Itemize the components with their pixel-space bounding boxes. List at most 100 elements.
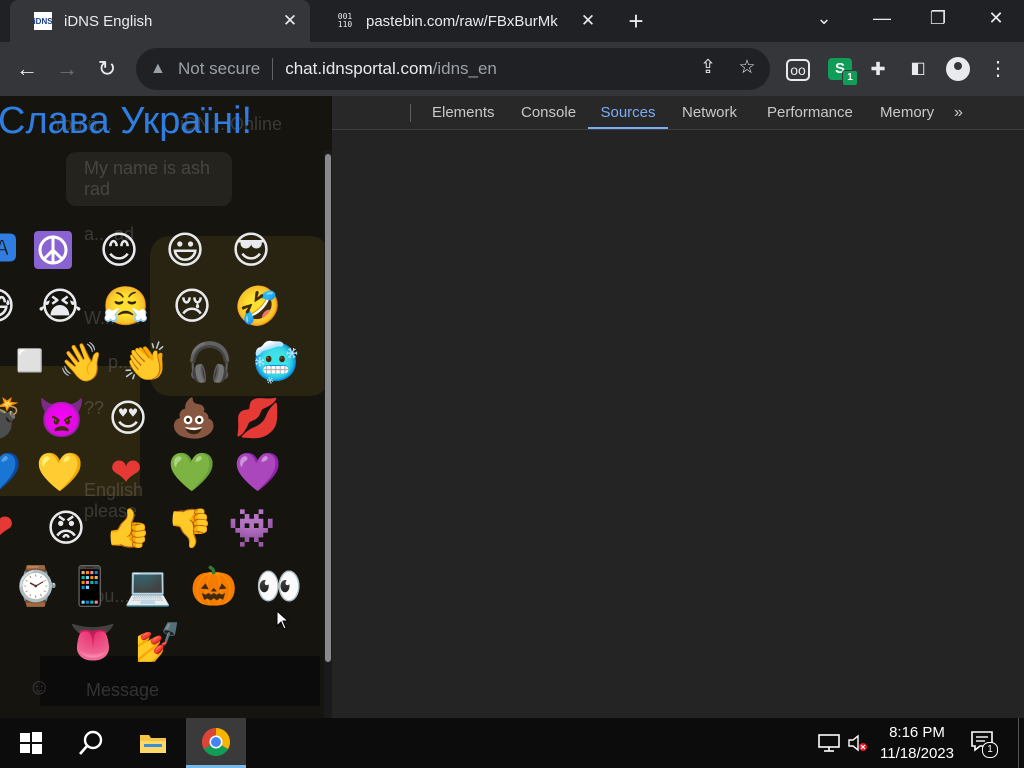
- purple-heart-emoji[interactable]: 💜: [234, 448, 282, 496]
- chrome-logo-icon: [202, 727, 230, 756]
- share-icon[interactable]: ⇪: [696, 56, 720, 80]
- security-label[interactable]: Not secure: [178, 59, 260, 79]
- thumbs-up-emoji[interactable]: 👍: [104, 504, 152, 552]
- smiley-button-icon: ☺: [28, 674, 51, 699]
- tongue-emoji[interactable]: 👅: [69, 618, 117, 666]
- grinning-face-emoji[interactable]: 😃: [161, 226, 209, 274]
- devtools-more-tabs-icon[interactable]: »: [954, 96, 963, 129]
- pile-of-poo-emoji[interactable]: 💩: [170, 394, 218, 442]
- nail-polish-emoji[interactable]: 💅: [134, 618, 182, 666]
- watch-emoji[interactable]: ⌚: [12, 562, 60, 610]
- bomb-emoji[interactable]: 💣: [0, 394, 24, 442]
- mouse-pointer-icon: [276, 610, 290, 630]
- thumbs-down-emoji[interactable]: 👎: [166, 504, 214, 552]
- tab-title: iDNS English: [64, 12, 153, 30]
- clock-time: 8:16 PM: [889, 724, 945, 741]
- triumph-face-emoji[interactable]: 😤: [102, 282, 150, 330]
- network-tray-icon[interactable]: [818, 718, 840, 768]
- tab-title: pastebin.com/raw/FBxBurMk: [366, 12, 558, 30]
- show-desktop-button[interactable]: [1018, 718, 1019, 768]
- action-center-button[interactable]: 1: [970, 730, 998, 758]
- devtools-tab-elements[interactable]: Elements: [432, 96, 495, 129]
- url-host[interactable]: chat.idnsportal.com: [285, 59, 432, 79]
- close-tab-icon[interactable]: ✕: [578, 11, 598, 31]
- close-window-button[interactable]: ✕: [976, 0, 1016, 36]
- devtools-tab-performance[interactable]: Performance: [767, 96, 853, 129]
- laptop-emoji[interactable]: 💻: [124, 562, 172, 610]
- green-heart-emoji[interactable]: 💚: [168, 448, 216, 496]
- devtools-divider: [410, 104, 411, 122]
- jack-o-lantern-emoji[interactable]: 🎃: [190, 562, 238, 610]
- folder-icon: [140, 735, 166, 753]
- message-placeholder: Message: [86, 680, 160, 700]
- broken-heart-emoji[interactable]: ❤: [0, 504, 22, 552]
- devtools-tab-network[interactable]: Network: [682, 96, 737, 129]
- devtools-tab-sources[interactable]: Sources: [588, 96, 668, 129]
- kiss-mark-emoji[interactable]: 💋: [234, 394, 282, 442]
- cold-face-emoji[interactable]: 🥶: [252, 338, 300, 386]
- alien-monster-emoji[interactable]: 👾: [228, 504, 276, 552]
- s-extension-icon[interactable]: S1: [828, 58, 858, 86]
- url-path[interactable]: /idns_en: [433, 59, 497, 79]
- a-button-emoji[interactable]: 🅰: [0, 226, 26, 274]
- tab-idns-english[interactable]: iDNS iDNS English ✕: [10, 0, 310, 42]
- rofl-face-emoji[interactable]: 🤣: [234, 282, 282, 330]
- search-icon: [79, 730, 103, 755]
- volume-muted-tray-icon[interactable]: [848, 718, 868, 768]
- eyes-emoji[interactable]: 👀: [255, 562, 303, 610]
- side-panel-icon[interactable]: ◧: [906, 58, 930, 80]
- browser-toolbar: ← → ↻ ▲ Not secure chat.idnsportal.com/i…: [0, 42, 1024, 96]
- empty-square-emoji[interactable]: ⬜: [6, 338, 54, 386]
- reload-icon[interactable]: ↻: [92, 54, 122, 84]
- tab-strip: iDNS iDNS English ✕ 001 110 pastebin.com…: [0, 0, 1024, 42]
- windows-taskbar: 8:16 PM 11/18/2023 1: [0, 718, 1024, 768]
- peace-symbol-emoji[interactable]: [29, 226, 77, 274]
- heart-eyes-emoji[interactable]: 😍: [104, 394, 152, 442]
- file-explorer-button[interactable]: [126, 718, 180, 768]
- warning-triangle-icon[interactable]: ▲: [150, 60, 170, 78]
- ghost-text: My name is ash rad: [66, 152, 232, 206]
- start-button[interactable]: [4, 718, 58, 768]
- puzzle-extensions-icon[interactable]: ✚: [866, 58, 890, 80]
- angry-devil-emoji[interactable]: 👿: [38, 394, 86, 442]
- tab-pastebin[interactable]: 001 110 pastebin.com/raw/FBxBurMk ✕: [312, 0, 608, 42]
- red-heart-emoji[interactable]: ❤: [102, 448, 150, 496]
- clock-date: 11/18/2023: [880, 745, 954, 762]
- forward-arrow-icon[interactable]: →: [52, 54, 82, 84]
- devtools-panel: Elements Console Sources Network Perform…: [332, 96, 1024, 718]
- waving-hand-emoji[interactable]: 👋: [58, 338, 106, 386]
- restore-button[interactable]: ❐: [918, 0, 958, 36]
- sweat-smile-emoji[interactable]: 😅: [0, 282, 20, 330]
- new-tab-button[interactable]: +: [624, 6, 648, 36]
- chrome-taskbar-button[interactable]: [186, 718, 246, 768]
- back-arrow-icon[interactable]: ←: [12, 54, 42, 84]
- clapping-hands-emoji[interactable]: 👏: [122, 338, 170, 386]
- mobile-phone-emoji[interactable]: 📱: [66, 562, 114, 610]
- ghost-text: ??: [84, 398, 105, 418]
- devtools-tab-memory[interactable]: Memory: [880, 96, 934, 129]
- smiling-face-emoji[interactable]: 😊: [95, 226, 143, 274]
- tab-search-chevron-icon[interactable]: ⌄: [804, 0, 844, 36]
- reader-extension-icon[interactable]: oo: [786, 59, 810, 81]
- ukraine-banner: Слава Україні!: [0, 100, 253, 142]
- pastebin-favicon-icon: 001 110: [337, 12, 353, 29]
- sunglasses-face-emoji[interactable]: 😎: [227, 226, 275, 274]
- devtools-tab-console[interactable]: Console: [521, 96, 576, 129]
- sad-face-emoji[interactable]: 😢: [168, 282, 216, 330]
- profile-avatar-icon[interactable]: [946, 57, 970, 81]
- search-button[interactable]: [64, 718, 118, 768]
- blue-heart-emoji[interactable]: 💙: [0, 448, 22, 496]
- minimize-button[interactable]: —: [862, 0, 902, 36]
- headphones-emoji[interactable]: 🎧: [186, 338, 234, 386]
- yellow-heart-emoji[interactable]: 💛: [36, 448, 84, 496]
- crying-face-emoji[interactable]: 😭: [36, 282, 84, 330]
- system-clock[interactable]: 8:16 PM 11/18/2023: [874, 722, 960, 764]
- bookmark-star-icon[interactable]: ☆: [735, 56, 759, 80]
- pouting-face-emoji[interactable]: 😡: [42, 504, 90, 552]
- kebab-menu-icon[interactable]: ⋮: [986, 58, 1010, 80]
- windows-logo-icon: [20, 732, 42, 754]
- address-bar[interactable]: ▲ Not secure chat.idnsportal.com/idns_en: [136, 48, 770, 90]
- close-tab-icon[interactable]: ✕: [280, 11, 300, 31]
- extension-badge: 1: [842, 70, 858, 86]
- page-scrollbar-thumb[interactable]: [325, 154, 331, 662]
